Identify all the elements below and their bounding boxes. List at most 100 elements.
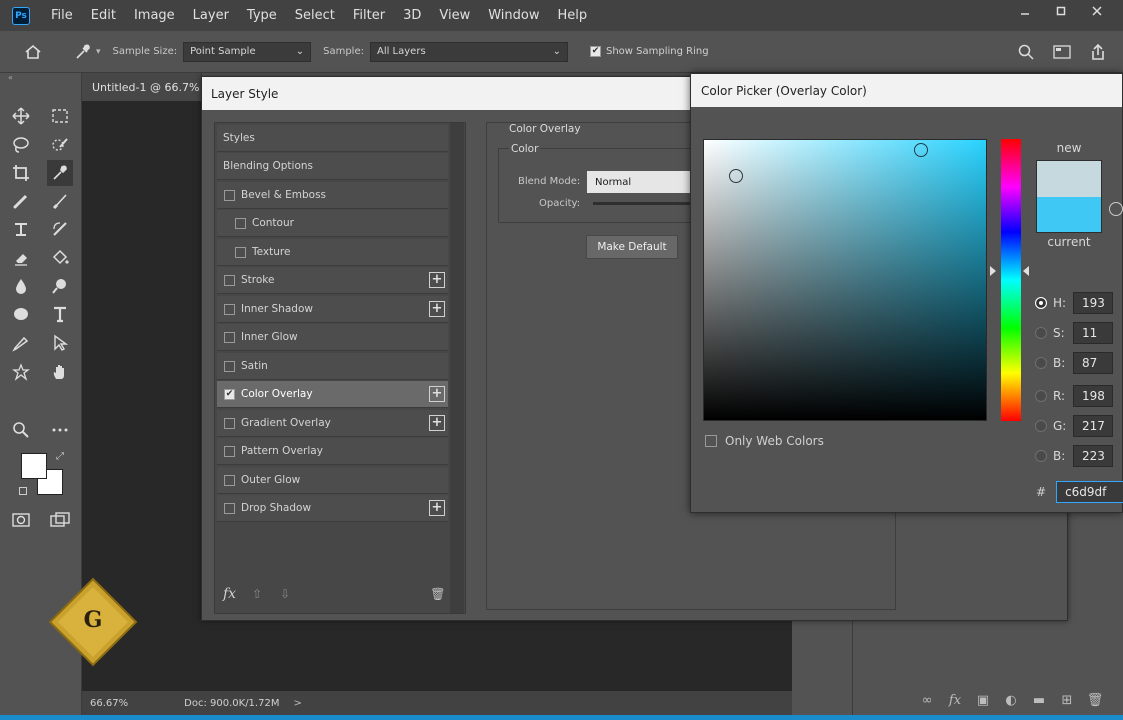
new-layer-icon[interactable]: ⊞ xyxy=(1053,693,1081,708)
menu-layer[interactable]: Layer xyxy=(184,8,238,23)
eyedropper-tool-icon[interactable] xyxy=(68,37,98,67)
status-menu-arrow-icon[interactable]: > xyxy=(293,698,301,709)
color-sample-marker[interactable] xyxy=(914,143,928,157)
type-tool-icon[interactable] xyxy=(47,301,73,327)
move-tool-icon[interactable] xyxy=(8,103,34,129)
checkbox[interactable] xyxy=(224,417,235,429)
show-sampling-ring-toggle[interactable]: ✔ Show Sampling Ring xyxy=(589,46,709,57)
menu-image[interactable]: Image xyxy=(125,8,184,23)
color-picker-titlebar[interactable]: Color Picker (Overlay Color) xyxy=(691,74,1122,107)
green-radio[interactable] xyxy=(1035,420,1047,432)
restore-icon[interactable] xyxy=(1043,0,1079,22)
saturation-brightness-field[interactable] xyxy=(703,139,987,421)
blur-tool-icon[interactable] xyxy=(8,273,34,299)
add-inner-shadow-plus-icon[interactable]: + xyxy=(429,301,445,317)
history-brush-tool-icon[interactable] xyxy=(47,216,73,242)
more-tools-icon[interactable] xyxy=(47,417,73,443)
healing-brush-tool-icon[interactable] xyxy=(8,188,34,214)
texture-item[interactable]: Texture xyxy=(217,239,448,266)
menu-type[interactable]: Type xyxy=(238,8,286,23)
share-icon[interactable] xyxy=(1083,37,1113,67)
delete-layer-icon[interactable]: 🗑 xyxy=(1081,693,1109,708)
menu-filter[interactable]: Filter xyxy=(344,8,394,23)
custom-shape-tool-icon[interactable] xyxy=(8,359,34,385)
quick-mask-icon[interactable] xyxy=(8,507,34,533)
menu-3d[interactable]: 3D xyxy=(394,8,430,23)
checkbox[interactable] xyxy=(224,445,235,457)
make-default-button[interactable]: Make Default xyxy=(586,235,678,259)
link-layers-icon[interactable]: ∞ xyxy=(913,693,941,708)
layer-mask-icon[interactable]: ▣ xyxy=(969,693,997,708)
foreground-color-swatch[interactable] xyxy=(21,453,47,479)
checkbox[interactable] xyxy=(224,502,235,514)
brush-tool-icon[interactable] xyxy=(47,188,73,214)
quick-selection-tool-icon[interactable] xyxy=(47,132,73,158)
zoom-level[interactable]: 66.67% xyxy=(90,698,128,709)
lasso-tool-icon[interactable] xyxy=(8,132,34,158)
menu-select[interactable]: Select xyxy=(286,8,344,23)
eraser-tool-icon[interactable] xyxy=(8,245,34,271)
add-color-overlay-plus-icon[interactable]: + xyxy=(429,386,445,402)
fx-menu-icon[interactable]: fx xyxy=(223,586,236,602)
paint-bucket-tool-icon[interactable] xyxy=(47,245,73,271)
hand-tool-icon[interactable] xyxy=(47,359,73,385)
hue-radio[interactable] xyxy=(1035,297,1047,309)
checkbox[interactable] xyxy=(235,217,246,229)
sponge-tool-icon[interactable] xyxy=(8,301,34,327)
search-icon[interactable] xyxy=(1011,37,1041,67)
blend-mode-select[interactable]: Normal xyxy=(587,171,707,193)
crop-tool-icon[interactable] xyxy=(8,160,34,186)
menu-file[interactable]: File xyxy=(42,8,82,23)
checkbox[interactable] xyxy=(224,274,235,286)
checkbox-checked-icon[interactable]: ✔ xyxy=(224,388,235,400)
document-tab[interactable]: Untitled-1 @ 66.7% xyxy=(82,73,202,101)
dodge-tool-icon[interactable] xyxy=(47,273,73,299)
home-icon[interactable] xyxy=(18,37,48,67)
sample-select[interactable]: All Layers ⌄ xyxy=(369,41,568,62)
red-input[interactable]: 198 xyxy=(1073,385,1113,407)
brightness-radio[interactable] xyxy=(1035,357,1047,369)
contour-item[interactable]: Contour xyxy=(217,210,448,237)
drop-shadow-item[interactable]: Drop Shadow + xyxy=(217,495,448,522)
color-overlay-item[interactable]: ✔ Color Overlay + xyxy=(217,381,448,408)
styles-item[interactable]: Styles xyxy=(217,125,448,152)
checkbox[interactable] xyxy=(224,474,235,486)
screen-mode-icon[interactable] xyxy=(47,507,73,533)
blue-input[interactable]: 223 xyxy=(1073,445,1113,467)
clone-stamp-tool-icon[interactable] xyxy=(8,216,34,242)
pen-tool-icon[interactable] xyxy=(8,330,34,356)
sample-size-select[interactable]: Point Sample ⌄ xyxy=(183,41,312,62)
checkbox[interactable] xyxy=(224,331,235,343)
menu-edit[interactable]: Edit xyxy=(82,8,125,23)
move-up-icon[interactable]: ⇧ xyxy=(252,587,262,601)
adjustment-layer-icon[interactable]: ◐ xyxy=(997,693,1025,708)
path-selection-tool-icon[interactable] xyxy=(47,330,73,356)
hue-input[interactable]: 193 xyxy=(1073,292,1113,314)
menu-help[interactable]: Help xyxy=(549,8,597,23)
zoom-tool-icon[interactable] xyxy=(8,417,34,443)
brightness-input[interactable]: 87 xyxy=(1073,352,1113,374)
outer-glow-item[interactable]: Outer Glow xyxy=(217,467,448,494)
pattern-overlay-item[interactable]: Pattern Overlay xyxy=(217,438,448,465)
menu-view[interactable]: View xyxy=(430,8,479,23)
trash-icon[interactable]: 🗑 xyxy=(430,587,445,601)
color-sample-marker[interactable] xyxy=(729,169,743,183)
menu-window[interactable]: Window xyxy=(479,8,548,23)
current-color-swatch[interactable] xyxy=(1036,197,1102,233)
green-input[interactable]: 217 xyxy=(1073,415,1113,437)
saturation-input[interactable]: 11 xyxy=(1073,322,1113,344)
tool-preset-chevron-icon[interactable]: ▾ xyxy=(96,47,101,57)
color-library-cube-icon[interactable] xyxy=(1109,202,1123,216)
hue-slider-left-arrow-icon[interactable] xyxy=(990,266,996,276)
checkbox-checked-icon[interactable]: ✔ xyxy=(589,46,601,57)
layer-style-list-scrollbar[interactable] xyxy=(450,123,464,613)
add-stroke-plus-icon[interactable]: + xyxy=(429,272,445,288)
minimize-icon[interactable] xyxy=(1007,0,1043,22)
blue-radio[interactable] xyxy=(1035,450,1047,462)
checkbox[interactable] xyxy=(224,303,235,315)
checkbox[interactable] xyxy=(224,189,235,201)
swap-colors-icon[interactable]: ⤢ xyxy=(56,451,64,462)
inner-glow-item[interactable]: Inner Glow xyxy=(217,324,448,351)
only-web-colors-toggle[interactable]: Only Web Colors xyxy=(705,434,824,448)
red-radio[interactable] xyxy=(1035,390,1047,402)
